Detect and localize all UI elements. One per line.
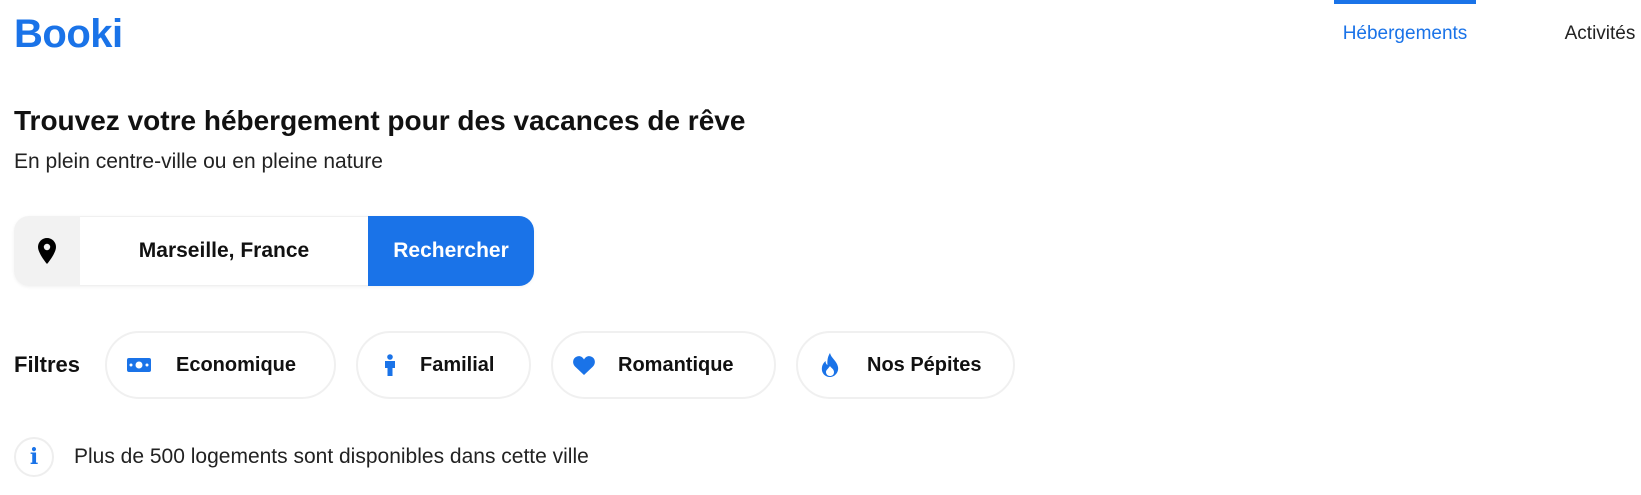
fire-icon bbox=[818, 353, 842, 377]
filter-label: Familial bbox=[420, 353, 495, 376]
search-button[interactable]: Rechercher bbox=[368, 216, 534, 286]
search-input[interactable] bbox=[80, 216, 368, 286]
info-icon: i bbox=[14, 437, 54, 477]
filter-familial[interactable]: Familial bbox=[356, 331, 531, 399]
filter-label: Romantique bbox=[618, 353, 734, 376]
booki-logo[interactable]: Booki bbox=[14, 14, 123, 54]
location-pin-icon bbox=[14, 216, 80, 286]
info-row: i Plus de 500 logements sont disponibles… bbox=[14, 437, 589, 477]
tab-activites[interactable]: Activités bbox=[1540, 0, 1641, 70]
info-text: Plus de 500 logements sont disponibles d… bbox=[74, 445, 589, 468]
main-nav: Hébergements Activités bbox=[1320, 0, 1641, 70]
money-icon bbox=[127, 353, 151, 377]
page-subtitle: En plein centre-ville ou en pleine natur… bbox=[14, 150, 383, 173]
search-bar: Rechercher bbox=[14, 216, 534, 286]
filter-label: Nos Pépites bbox=[867, 353, 982, 376]
page-title: Trouvez votre hébergement pour des vacan… bbox=[14, 105, 746, 136]
filter-nos-pepites[interactable]: Nos Pépites bbox=[796, 331, 1015, 399]
filter-label: Economique bbox=[176, 353, 297, 376]
tab-hebergements[interactable]: Hébergements bbox=[1334, 0, 1476, 70]
heart-icon bbox=[572, 353, 596, 377]
filters-label: Filtres bbox=[14, 352, 81, 377]
filter-economique[interactable]: Economique bbox=[105, 331, 336, 399]
filter-romantique[interactable]: Romantique bbox=[551, 331, 776, 399]
person-icon bbox=[378, 353, 402, 377]
